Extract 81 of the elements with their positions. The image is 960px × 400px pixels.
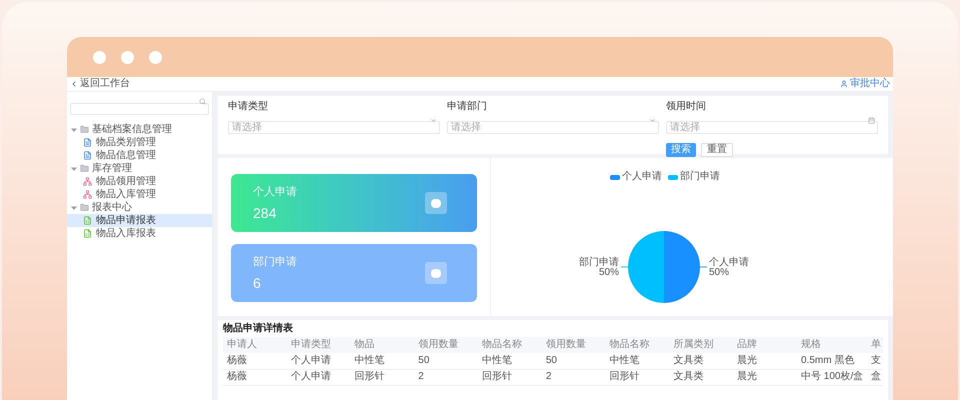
column-header: 领用数量 [542, 337, 606, 353]
table-cell: 杨薇 [223, 369, 287, 385]
select-field[interactable]: 请选择 [447, 121, 659, 134]
stat-title: 部门申请 [253, 256, 297, 268]
date-field[interactable]: 请选择 [666, 121, 878, 134]
search-icon[interactable] [199, 98, 206, 104]
filter-label: 申请类型 [228, 102, 269, 112]
tree-item[interactable]: 物品入库报表 [67, 227, 212, 240]
table-cell: 个人申请 [286, 369, 351, 385]
column-header: 所属类别 [669, 337, 734, 353]
tree-item[interactable]: 物品入库管理 [67, 188, 212, 201]
column-header: 物品名称 [478, 337, 542, 353]
tree-item[interactable]: 物品信息管理 [67, 149, 212, 162]
column-header: 申请人 [223, 337, 287, 353]
table-cell: 盒 [867, 369, 883, 385]
table-cell: 回形针 [606, 369, 670, 385]
chevron-left-icon [70, 80, 78, 88]
hierarchy-icon [83, 190, 92, 199]
leader-line [620, 266, 628, 268]
data-label: 部门申请 50% [579, 257, 619, 278]
table-cell: 50 [542, 353, 606, 369]
document-icon [83, 151, 92, 160]
column-header: 规格 [797, 337, 867, 353]
table-cell: 中性笔 [606, 353, 670, 369]
column-header: 单 [867, 337, 883, 353]
folder-icon [80, 203, 89, 212]
table-cell: 回形针 [478, 369, 542, 385]
chevron-down-icon [430, 117, 437, 124]
filter-label: 申请部门 [447, 102, 488, 112]
back-link[interactable]: 返回工作台 [70, 79, 130, 89]
column-header: 申请类型 [286, 337, 351, 353]
filter-label: 领用时间 [666, 102, 707, 112]
column-header: 领用数量 [414, 337, 478, 353]
table-cell: 2 [542, 369, 606, 385]
table-cell: 支 [867, 353, 883, 369]
tree-item[interactable]: 基础档案信息管理 [92, 124, 172, 134]
table-cell: 晨光 [733, 369, 797, 385]
table-cell: 中性笔 [478, 353, 542, 369]
folder-icon [80, 125, 89, 134]
column-header: 物品名称 [606, 337, 670, 353]
table-cell: 杨薇 [223, 353, 287, 369]
select-field[interactable]: 请选择 [228, 121, 440, 134]
tree-item[interactable]: 报表中心 [92, 202, 132, 212]
table-cell: 50 [414, 353, 478, 369]
tree-item[interactable]: 物品领用管理 [67, 175, 212, 188]
spreadsheet-icon [83, 216, 92, 225]
data-label: 个人申请 50% [709, 257, 749, 278]
table-cell: 个人申请 [286, 353, 351, 369]
spreadsheet-icon [83, 229, 92, 238]
stat-value: 6 [253, 276, 262, 290]
leader-line [700, 266, 708, 268]
folder-icon [80, 164, 89, 173]
caret-icon[interactable] [71, 166, 77, 172]
tree-item[interactable]: 物品类别管理 [67, 136, 212, 149]
approval-center-link[interactable]: 审批中心 [840, 79, 890, 89]
table-cell: 中号 100枚/盒 [797, 369, 867, 385]
stat-value: 284 [253, 206, 278, 220]
chevron-down-icon [649, 117, 656, 124]
table-cell: 2 [414, 369, 478, 385]
reset-button[interactable]: 重置 [701, 143, 733, 157]
table-cell: 0.5mm 黑色 [797, 353, 867, 369]
stat-title: 个人申请 [253, 186, 297, 198]
caret-icon[interactable] [71, 126, 77, 132]
table-cell: 文具类 [669, 353, 734, 369]
document-icon [83, 138, 92, 147]
hierarchy-icon [83, 177, 92, 186]
person-icon [840, 80, 848, 88]
column-header: 品牌 [733, 337, 797, 353]
table-cell: 中性笔 [350, 353, 414, 369]
legend-label: 个人申请 [622, 172, 662, 182]
calendar-icon [868, 117, 875, 124]
table-cell: 回形针 [350, 369, 414, 385]
table-title: 物品申请详情表 [223, 324, 294, 334]
table-cell: 文具类 [669, 369, 734, 385]
legend-label: 部门申请 [680, 172, 720, 182]
caret-icon[interactable] [71, 204, 77, 210]
column-header: 物品 [350, 337, 414, 353]
search-field[interactable] [70, 102, 209, 114]
table-cell: 晨光 [733, 353, 797, 369]
tree-item[interactable]: 物品申请报表 [67, 214, 212, 227]
tree-item[interactable]: 库存管理 [92, 164, 132, 174]
